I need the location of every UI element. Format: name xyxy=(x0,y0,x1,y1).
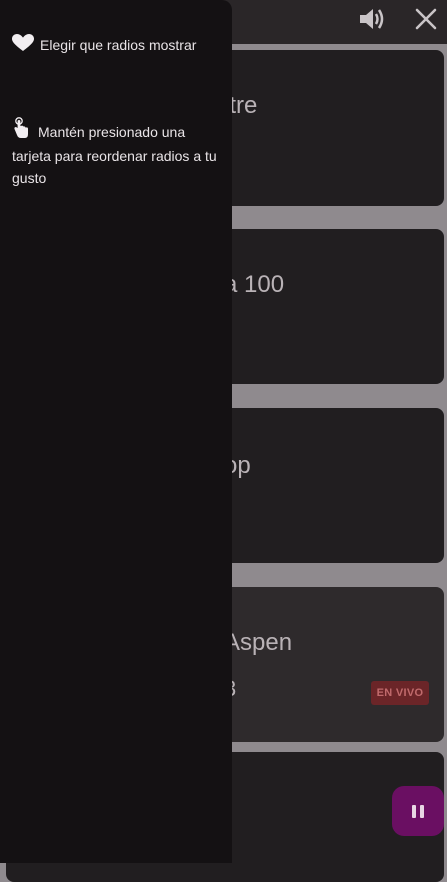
close-icon[interactable] xyxy=(411,4,441,34)
drawer-item-reorder-hint: Mantén presionado una tarjeta para reord… xyxy=(12,117,217,189)
pause-button[interactable] xyxy=(392,786,444,836)
volume-up-icon[interactable] xyxy=(357,4,387,34)
drawer-item-label: Elegir que radios mostrar xyxy=(40,37,197,53)
live-badge: EN VIVO xyxy=(371,681,429,705)
pause-icon xyxy=(412,804,416,818)
navigation-drawer: Elegir que radios mostrar Mantén presion… xyxy=(0,0,232,863)
touch-hand-icon xyxy=(12,117,32,145)
station-name: Aspen xyxy=(224,629,293,656)
station-name: a 100 xyxy=(224,271,285,298)
heart-icon xyxy=(12,34,34,58)
drawer-item-label: Mantén presionado una tarjeta para reord… xyxy=(12,124,217,186)
drawer-item-choose-radios[interactable]: Elegir que radios mostrar xyxy=(12,34,217,58)
